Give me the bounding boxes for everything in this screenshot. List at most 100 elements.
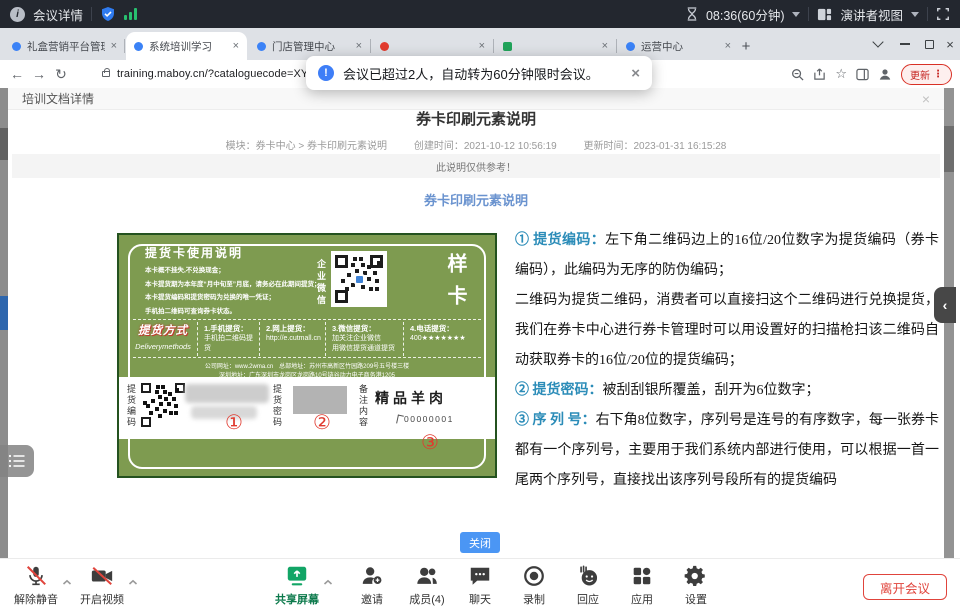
redacted-code-blur	[191, 406, 257, 419]
sample-watermark: 样卡	[441, 253, 470, 317]
video-options-caret[interactable]	[128, 573, 138, 591]
menu-handle-button[interactable]	[0, 445, 34, 477]
tab-divider	[493, 39, 494, 53]
tab-close-icon[interactable]	[725, 41, 731, 52]
leave-meeting-button[interactable]: 离开会议	[863, 574, 947, 600]
profile-avatar-icon[interactable]	[878, 67, 892, 81]
hourglass-icon	[686, 7, 698, 21]
dashed-divider	[133, 357, 481, 358]
new-tab-button[interactable]	[736, 36, 756, 56]
gear-icon	[684, 564, 708, 588]
section-heading-link[interactable]: 券卡印刷元素说明	[0, 190, 952, 209]
record-icon	[522, 564, 546, 588]
toast-message: 会议已超过2人，自动转为60分钟限时会议。	[343, 64, 599, 83]
meeting-details-button[interactable]: 会议详情	[33, 5, 83, 24]
window-close-button[interactable]	[940, 28, 960, 60]
browser-update-button[interactable]: 更新	[901, 64, 952, 85]
product-name: 精品羊肉	[375, 388, 447, 408]
camera-off-icon	[90, 564, 114, 588]
meeting-window: i 会议详情 08:36(60分钟) 演讲者视图 礼盒营销平台管理中心 系统培	[0, 0, 960, 610]
page-content: 培训文档详情 券卡印刷元素说明 模块：券卡中心 > 券卡印刷元素说明 创建时间：…	[0, 88, 960, 558]
divider	[91, 7, 92, 21]
scratch-area	[293, 386, 347, 414]
back-icon[interactable]	[6, 66, 28, 82]
share-options-caret[interactable]	[323, 573, 333, 591]
side-panel-icon[interactable]	[856, 68, 869, 81]
text-cursor-icon	[396, 414, 404, 424]
modal-title: 培训文档详情	[22, 90, 94, 107]
tab-close-icon[interactable]	[356, 41, 362, 52]
card-usage-title: 提货卡使用说明	[145, 244, 243, 261]
pickup-password-term: ② 提货密码：	[515, 383, 603, 398]
bookmark-star-icon[interactable]	[835, 66, 847, 82]
toast-close-icon[interactable]	[631, 65, 640, 82]
timer-dropdown-icon[interactable]	[792, 12, 800, 17]
pickup-password-label: 提货密码	[271, 384, 284, 428]
tab-favicon	[12, 42, 21, 51]
apps-grid-icon	[630, 564, 654, 588]
share-icon[interactable]	[813, 68, 826, 81]
meta-created: 创建时间：2021-10-12 10:56:19	[414, 141, 557, 152]
tab-favicon	[503, 42, 512, 51]
forward-icon[interactable]	[28, 66, 50, 82]
tab-search-icon[interactable]	[866, 28, 890, 60]
delivery-method-4: 4.电话提货：400★★★★★★★	[403, 322, 473, 356]
meeting-toast: 会议已超过2人，自动转为60分钟限时会议。	[306, 56, 652, 90]
description-text: ① 提货编码：左下角二维码边上的16位/20位数字为提货编码（券卡编码），此编码…	[515, 226, 939, 496]
mic-off-icon	[24, 564, 48, 588]
unmute-button[interactable]: 解除静音	[4, 564, 68, 607]
tab-divider	[616, 39, 617, 53]
divider	[808, 7, 809, 21]
qr-code-top	[331, 251, 387, 307]
refresh-icon[interactable]	[50, 66, 72, 83]
modal-close-icon[interactable]	[922, 91, 930, 107]
redacted-code-blur	[185, 384, 269, 403]
tab-close-icon[interactable]	[479, 41, 485, 52]
tab-favicon	[626, 42, 635, 51]
document-meta: 模块：券卡中心 > 券卡印刷元素说明 创建时间：2021-10-12 10:56…	[0, 137, 952, 152]
dashed-divider	[133, 319, 481, 320]
meeting-toolbar: 解除静音 开启视频 共享屏幕 邀请 成员(4) 聊天 录制	[0, 558, 960, 610]
modal-header: 培训文档详情	[8, 88, 944, 110]
tab-divider	[124, 39, 125, 53]
tab-favicon	[134, 42, 143, 51]
tab-close-icon[interactable]	[111, 41, 117, 52]
tab-close-icon[interactable]	[602, 41, 608, 52]
chat-icon	[468, 564, 492, 588]
start-video-button[interactable]: 开启视频	[70, 564, 134, 607]
view-dropdown-icon[interactable]	[911, 12, 919, 17]
scrollbar-thumb[interactable]	[944, 126, 954, 172]
kebab-menu-icon	[933, 69, 943, 80]
info-icon: i	[10, 7, 25, 22]
remark-label: 备注内容	[357, 384, 370, 428]
delivery-method-2: 2.网上提货：http://e.cutmall.cn	[259, 322, 325, 356]
meta-module: 模块：券卡中心 > 券卡印刷元素说明	[226, 141, 387, 152]
tab-training-active[interactable]: 系统培训学习	[126, 32, 247, 60]
view-mode-button[interactable]: 演讲者视图	[840, 5, 903, 24]
tab-favicon	[257, 42, 266, 51]
ssl-lock-icon[interactable]	[102, 71, 110, 77]
tab-gift-platform[interactable]: 礼盒营销平台管理中心	[4, 32, 125, 60]
qr-code-bottom	[141, 383, 185, 427]
pickup-code-label: 提货编码	[125, 384, 138, 428]
tab-divider	[370, 39, 371, 53]
zoom-icon[interactable]	[791, 68, 804, 81]
share-screen-button[interactable]: 共享屏幕	[265, 564, 329, 607]
tab-close-icon[interactable]	[233, 41, 239, 52]
network-signal-icon[interactable]	[124, 8, 137, 20]
collapse-panel-button[interactable]	[934, 287, 956, 323]
serial-number: 00000001	[397, 414, 454, 424]
layout-icon	[817, 7, 832, 22]
scrollbar[interactable]	[944, 88, 954, 558]
meta-updated: 更新时间：2023-01-31 16:15:28	[583, 141, 726, 152]
delivery-seal: 提货方式 Deliverymethods	[129, 322, 197, 356]
badge-2: ②	[313, 413, 331, 433]
settings-button[interactable]: 设置	[664, 564, 728, 607]
window-maximize-button[interactable]	[918, 28, 940, 60]
pickup-code-term: ① 提货编码：	[515, 233, 605, 248]
window-minimize-button[interactable]	[894, 28, 916, 60]
card-code-strip: 提货编码 ① 提货密码 ② 备注内容 精品羊肉 00000001	[119, 377, 495, 439]
close-modal-button[interactable]: 关闭	[460, 532, 500, 553]
security-shield-icon[interactable]	[100, 6, 116, 22]
fullscreen-icon[interactable]	[936, 7, 950, 21]
